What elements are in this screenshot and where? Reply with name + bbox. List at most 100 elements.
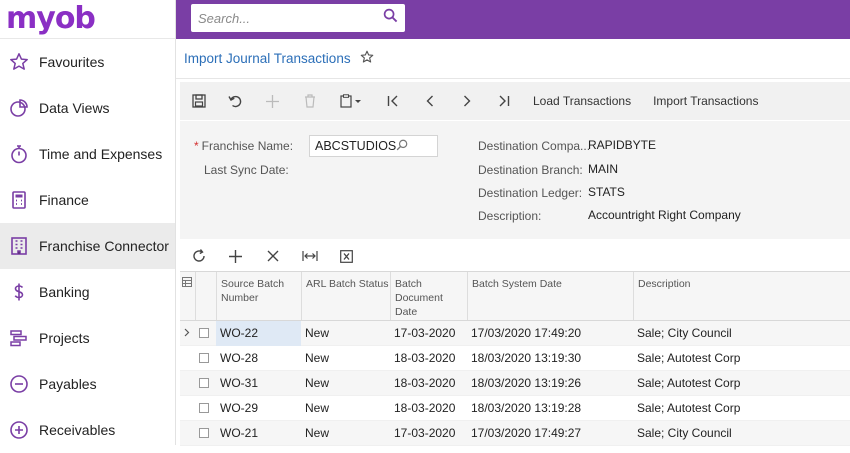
undo-button[interactable] [217, 82, 254, 120]
star-icon [9, 52, 29, 72]
description-label: Description: [478, 209, 542, 223]
cell-batch[interactable]: WO-29 [216, 401, 301, 415]
header-arl-batch-status[interactable]: ARL Batch Status [301, 272, 390, 320]
dollar-icon [9, 282, 29, 302]
table-row[interactable]: WO-21 New 17-03-2020 17/03/2020 17:49:27… [180, 421, 850, 446]
row-checkbox[interactable] [199, 378, 209, 388]
cell-status[interactable]: New [301, 426, 390, 440]
add-button[interactable] [254, 82, 291, 120]
cell-description[interactable]: Sale; Autotest Corp [633, 351, 850, 365]
cell-status[interactable]: New [301, 326, 390, 340]
cell-sys-date[interactable]: 18/03/2020 13:19:28 [467, 401, 633, 415]
load-transactions-button[interactable]: Load Transactions [522, 94, 642, 108]
cell-batch[interactable]: WO-28 [216, 351, 301, 365]
cell-description[interactable]: Sale; City Council [633, 326, 850, 340]
table-row[interactable]: WO-28 New 18-03-2020 18/03/2020 13:19:30… [180, 346, 850, 371]
sidebar-item-finance[interactable]: Finance [0, 177, 175, 223]
add-row-button[interactable] [217, 241, 254, 271]
save-button[interactable] [180, 82, 217, 120]
cell-description[interactable]: Sale; City Council [633, 426, 850, 440]
delete-row-button[interactable] [254, 241, 291, 271]
sidebar-item-franchise-connector[interactable]: Franchise Connector [0, 223, 175, 269]
save-icon [191, 94, 206, 108]
favourite-star-icon[interactable] [360, 50, 374, 67]
previous-record-button[interactable] [411, 82, 448, 120]
myob-logo[interactable]: myob [0, 0, 175, 39]
header-source-batch-number[interactable]: Source Batch Number [216, 272, 301, 320]
row-checkbox[interactable] [199, 328, 209, 338]
franchise-name-value: ABCSTUDIOS [315, 139, 397, 153]
column-settings-icon[interactable] [180, 272, 195, 320]
cell-batch[interactable]: WO-21 [216, 426, 301, 440]
table-row[interactable]: WO-31 New 18-03-2020 18/03/2020 13:19:26… [180, 371, 850, 396]
destination-ledger-value: STATS [588, 185, 625, 199]
cell-doc-date[interactable]: 18-03-2020 [390, 351, 467, 365]
refresh-button[interactable] [180, 241, 217, 271]
franchise-name-field[interactable]: ABCSTUDIOS [309, 135, 438, 157]
pie-chart-icon [9, 98, 29, 118]
summary-form: * Franchise Name: ABCSTUDIOS Last Sync Da… [180, 121, 850, 239]
export-excel-button[interactable] [328, 241, 365, 271]
lookup-search-icon[interactable] [396, 139, 432, 154]
sidebar-item-receivables[interactable]: Receivables [0, 407, 175, 453]
import-transactions-button[interactable]: Import Transactions [642, 94, 769, 108]
cell-batch[interactable]: WO-31 [216, 376, 301, 390]
building-icon [9, 236, 29, 256]
header-description[interactable]: Description [633, 272, 850, 320]
search-icon[interactable] [383, 8, 398, 28]
sidebar-item-time-and-expenses[interactable]: Time and Expenses [0, 131, 175, 177]
header-batch-document-date[interactable]: Batch Document Date [390, 272, 467, 320]
cell-doc-date[interactable]: 17-03-2020 [390, 326, 467, 340]
row-checkbox[interactable] [199, 403, 209, 413]
copy-paste-button[interactable] [328, 82, 374, 120]
sidebar-item-label: Franchise Connector [39, 238, 169, 254]
sidebar-item-projects[interactable]: Projects [0, 315, 175, 361]
plus-icon [266, 94, 279, 108]
page-title: Import Journal Transactions [184, 51, 351, 66]
search-box[interactable] [191, 4, 405, 32]
row-checkbox[interactable] [199, 353, 209, 363]
next-record-button[interactable] [448, 82, 485, 120]
sidebar-item-label: Time and Expenses [39, 146, 163, 162]
header-select [195, 272, 216, 320]
cell-batch[interactable]: WO-22 [216, 320, 301, 346]
sidebar-item-label: Receivables [39, 422, 116, 438]
row-checkbox[interactable] [199, 428, 209, 438]
cell-status[interactable]: New [301, 401, 390, 415]
delete-button[interactable] [291, 82, 328, 120]
cell-status[interactable]: New [301, 351, 390, 365]
row-checkbox-cell [195, 353, 216, 363]
cell-doc-date[interactable]: 18-03-2020 [390, 401, 467, 415]
cell-sys-date[interactable]: 18/03/2020 13:19:30 [467, 351, 633, 365]
cell-doc-date[interactable]: 17-03-2020 [390, 426, 467, 440]
destination-branch-value: MAIN [588, 162, 618, 176]
cell-description[interactable]: Sale; Autotest Corp [633, 376, 850, 390]
undo-icon [228, 94, 243, 108]
last-record-button[interactable] [485, 82, 522, 120]
fit-columns-button[interactable] [291, 241, 328, 271]
grid-header: Source Batch Number ARL Batch Status Bat… [180, 271, 850, 321]
title-bar: Import Journal Transactions [176, 39, 850, 79]
sidebar-item-data-views[interactable]: Data Views [0, 85, 175, 131]
search-input[interactable] [198, 10, 383, 26]
cell-sys-date[interactable]: 18/03/2020 13:19:26 [467, 376, 633, 390]
table-row[interactable]: WO-29 New 18-03-2020 18/03/2020 13:19:28… [180, 396, 850, 421]
clipboard-icon [340, 94, 362, 108]
sidebar: myob Favourites Data Views Time and Expe… [0, 0, 176, 445]
sidebar-item-payables[interactable]: Payables [0, 361, 175, 407]
close-icon [267, 250, 279, 262]
header-batch-system-date[interactable]: Batch System Date [467, 272, 633, 320]
row-checkbox-cell [195, 403, 216, 413]
cell-sys-date[interactable]: 17/03/2020 17:49:20 [467, 326, 633, 340]
cell-description[interactable]: Sale; Autotest Corp [633, 401, 850, 415]
table-row[interactable]: WO-22 New 17-03-2020 17/03/2020 17:49:20… [180, 320, 850, 346]
sidebar-item-favourites[interactable]: Favourites [0, 39, 175, 85]
cell-sys-date[interactable]: 17/03/2020 17:49:27 [467, 426, 633, 440]
cell-status[interactable]: New [301, 376, 390, 390]
stopwatch-icon [9, 144, 29, 164]
refresh-icon [192, 249, 206, 263]
cell-doc-date[interactable]: 18-03-2020 [390, 376, 467, 390]
first-record-button[interactable] [374, 82, 411, 120]
sidebar-item-banking[interactable]: Banking [0, 269, 175, 315]
projects-icon [9, 328, 29, 348]
